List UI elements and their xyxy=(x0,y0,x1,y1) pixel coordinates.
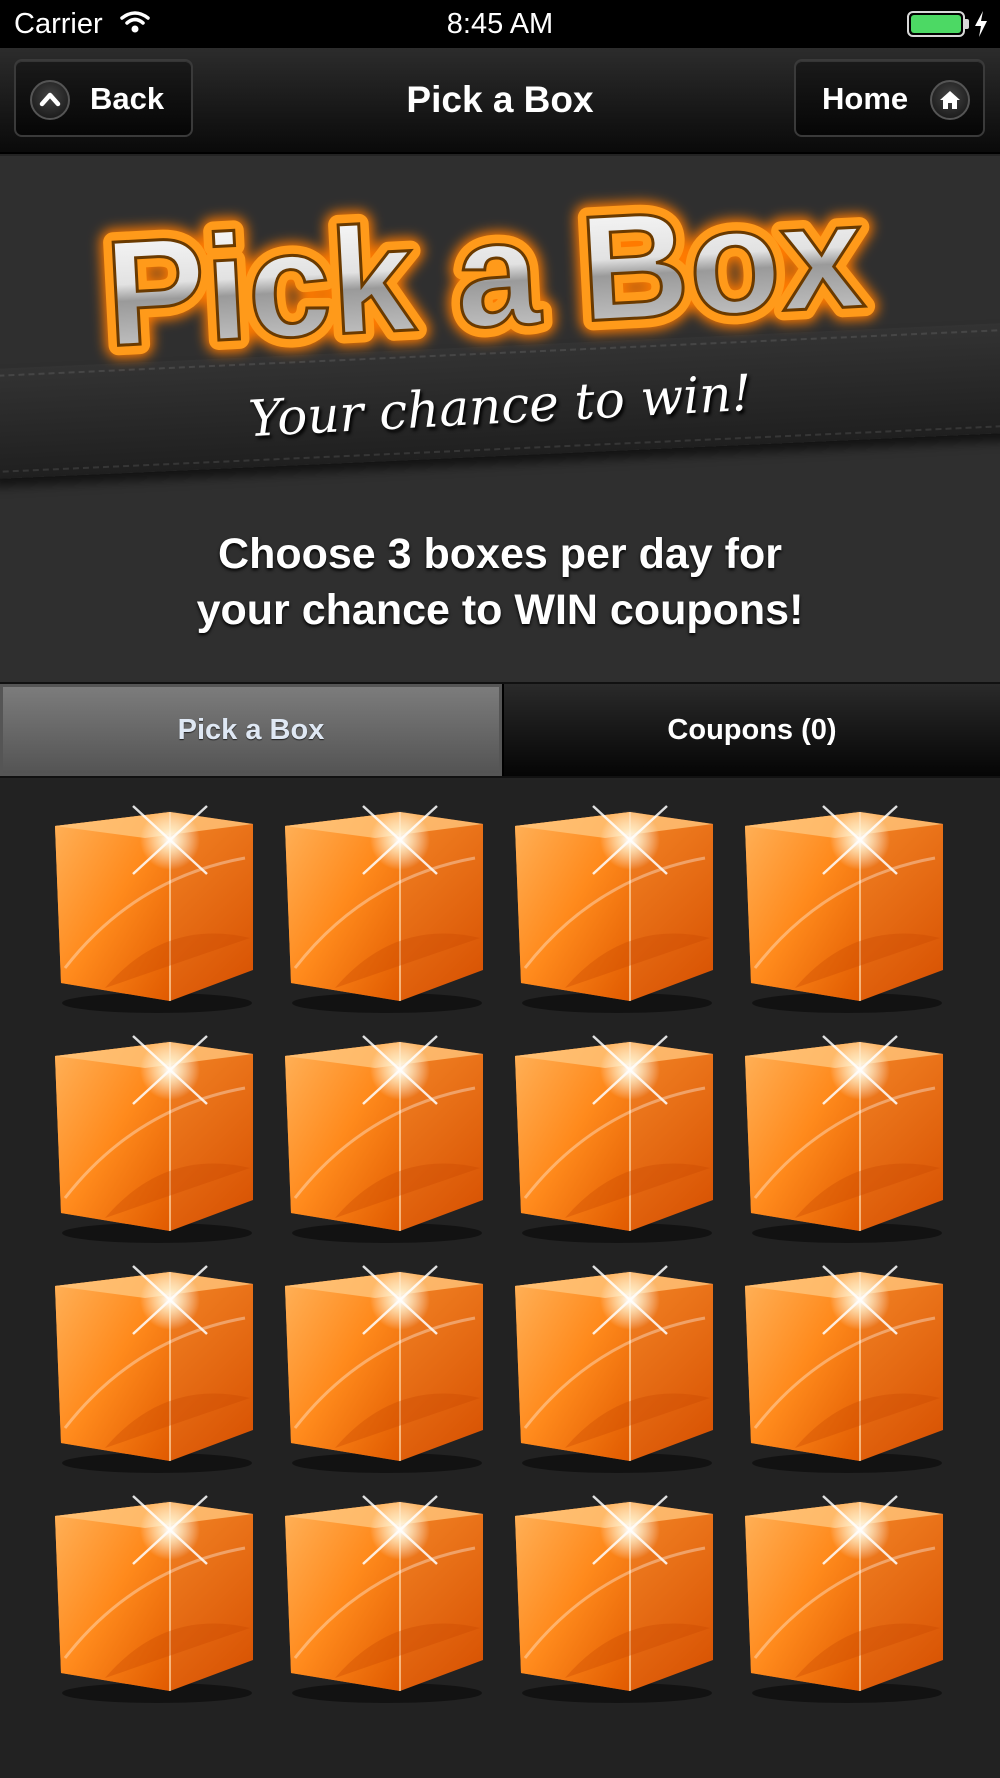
gift-box-13[interactable] xyxy=(45,1488,265,1708)
orange-gift-box-icon xyxy=(285,805,483,1013)
gift-box-14[interactable] xyxy=(275,1488,495,1708)
battery-cap xyxy=(965,19,969,29)
gift-box-1[interactable] xyxy=(45,798,265,1018)
gift-box-6[interactable] xyxy=(275,1028,495,1248)
navigation-bar: Back Pick a Box Home xyxy=(0,48,1000,154)
box-grid xyxy=(0,780,1000,1778)
gift-box-8[interactable] xyxy=(735,1028,955,1248)
instructions-headline: Choose 3 boxes per day for your chance t… xyxy=(0,526,1000,638)
orange-gift-box-icon xyxy=(285,1265,483,1473)
gift-box-5[interactable] xyxy=(45,1028,265,1248)
status-time: 8:45 AM xyxy=(446,8,554,40)
gift-box-9[interactable] xyxy=(45,1258,265,1478)
orange-gift-box-icon xyxy=(745,1495,943,1703)
orange-gift-box-icon xyxy=(515,1265,713,1473)
gift-box-15[interactable] xyxy=(505,1488,725,1708)
orange-gift-box-icon xyxy=(515,1495,713,1703)
orange-gift-box-icon xyxy=(745,1265,943,1473)
gift-box-3[interactable] xyxy=(505,798,725,1018)
gift-box-10[interactable] xyxy=(275,1258,495,1478)
gift-box-11[interactable] xyxy=(505,1258,725,1478)
battery-level-fill xyxy=(911,15,961,33)
segmented-tabs: Pick a Box Coupons (0) xyxy=(0,682,1000,778)
home-button-label: Home xyxy=(822,81,909,116)
tab-pick-a-box[interactable]: Pick a Box xyxy=(0,684,502,776)
logo-text: Pick a Box xyxy=(101,186,867,376)
gift-box-7[interactable] xyxy=(505,1028,725,1248)
orange-gift-box-icon xyxy=(55,1035,253,1243)
orange-gift-box-icon xyxy=(745,1035,943,1243)
charging-bolt-icon xyxy=(975,11,987,37)
pick-a-box-logo: Pick a Box Pick a Box Pick a Box xyxy=(88,186,880,376)
battery-icon xyxy=(907,11,965,37)
tab-coupons[interactable]: Coupons (0) xyxy=(502,684,1000,776)
gift-box-16[interactable] xyxy=(735,1488,955,1708)
gift-box-12[interactable] xyxy=(735,1258,955,1478)
orange-gift-box-icon xyxy=(515,1035,713,1243)
orange-gift-box-icon xyxy=(285,1495,483,1703)
orange-gift-box-icon xyxy=(745,805,943,1013)
promo-banner: Pick a Box Pick a Box Pick a Box Your ch… xyxy=(0,156,1000,682)
status-bar: Carrier 8:45 AM xyxy=(0,0,1000,48)
gift-box-4[interactable] xyxy=(735,798,955,1018)
orange-gift-box-icon xyxy=(515,805,713,1013)
gift-box-2[interactable] xyxy=(275,798,495,1018)
orange-gift-box-icon xyxy=(55,1265,253,1473)
headline-line-1: Choose 3 boxes per day for xyxy=(218,530,782,578)
headline-line-2: your chance to WIN coupons! xyxy=(196,586,804,634)
orange-gift-box-icon xyxy=(55,805,253,1013)
home-button[interactable]: Home xyxy=(794,59,985,137)
orange-gift-box-icon xyxy=(55,1495,253,1703)
orange-gift-box-icon xyxy=(285,1035,483,1243)
house-icon xyxy=(930,80,970,120)
